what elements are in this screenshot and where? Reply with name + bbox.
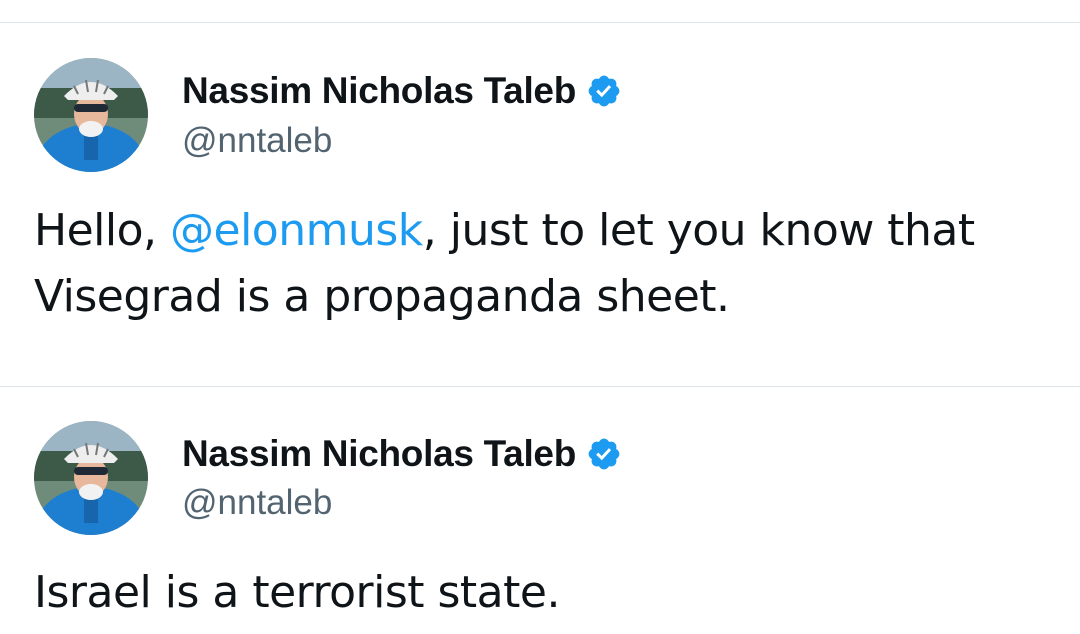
author-handle[interactable]: @nntaleb — [182, 121, 332, 161]
author-row[interactable]: Nassim Nicholas Taleb — [182, 432, 622, 476]
tweet-text: Israel is a terrorist state. — [34, 560, 1044, 626]
tweet-text: Hello, @elonmusk, just to let you know t… — [34, 198, 1044, 330]
avatar-image — [34, 58, 148, 172]
author-display-name[interactable]: Nassim Nicholas Taleb — [182, 433, 576, 475]
avatar-image — [34, 421, 148, 535]
mention-link[interactable]: @elonmusk — [170, 205, 423, 256]
avatar[interactable] — [34, 58, 148, 172]
verified-badge-icon — [586, 436, 622, 472]
avatar[interactable] — [34, 421, 148, 535]
author-handle[interactable]: @nntaleb — [182, 483, 332, 523]
tweet-card[interactable]: Nassim Nicholas Taleb @nntaleb Hello, @e… — [0, 23, 1080, 386]
author-row[interactable]: Nassim Nicholas Taleb — [182, 69, 622, 113]
tweet-text-part: Hello, — [34, 205, 170, 256]
tweet-card[interactable]: Nassim Nicholas Taleb @nntaleb Israel is… — [0, 387, 1080, 634]
verified-badge-icon — [586, 73, 622, 109]
tweet-text-part: Israel is a terrorist state. — [34, 567, 560, 618]
author-display-name[interactable]: Nassim Nicholas Taleb — [182, 70, 576, 112]
